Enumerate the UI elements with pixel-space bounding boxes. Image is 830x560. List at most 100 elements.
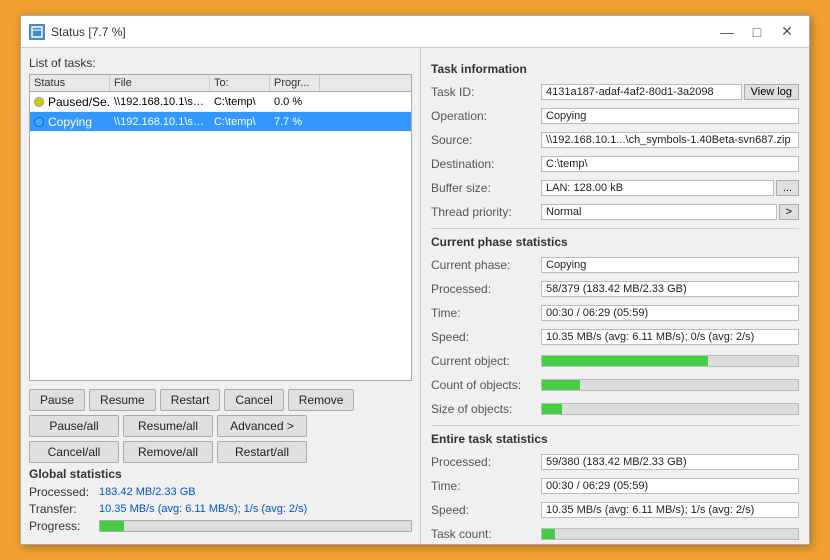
minimize-button[interactable]: —	[713, 21, 741, 43]
remove-all-button[interactable]: Remove/all	[123, 441, 213, 463]
task-status-cell: Copying	[30, 113, 110, 131]
pause-all-button[interactable]: Pause/all	[29, 415, 119, 437]
view-log-button[interactable]: View log	[744, 84, 799, 100]
task-status-text: Copying	[48, 115, 92, 129]
pause-button[interactable]: Pause	[29, 389, 85, 411]
global-progress-label: Progress:	[29, 519, 99, 533]
divider-2	[431, 425, 799, 426]
global-transfer-value: 10.35 MB/s (avg: 6.11 MB/s); 1/s (avg: 2…	[99, 503, 307, 515]
copying-dot	[34, 117, 44, 127]
right-panel: Task information Task ID: 4131a187-adaf-…	[421, 48, 809, 544]
task-status-text: Paused/Se...	[48, 95, 110, 109]
buffer-size-wrap: LAN: 128.00 kB ...	[541, 180, 799, 196]
entire-time-label: Time:	[431, 479, 541, 493]
operation-value: Copying	[541, 108, 799, 124]
resume-all-button[interactable]: Resume/all	[123, 415, 213, 437]
remove-button[interactable]: Remove	[288, 389, 355, 411]
task-count-label: Task count:	[431, 527, 541, 541]
current-object-row: Current object:	[431, 351, 799, 371]
destination-value: C:\temp\	[541, 156, 799, 172]
cancel-button[interactable]: Cancel	[224, 389, 283, 411]
resume-button[interactable]: Resume	[89, 389, 156, 411]
destination-label: Destination:	[431, 157, 541, 171]
task-to-cell: C:\temp\	[210, 114, 270, 130]
source-value: \\192.168.10.1...\ch_symbols-1.40Beta-sv…	[541, 132, 799, 148]
buffer-size-label: Buffer size:	[431, 181, 541, 195]
phase-stats-title: Current phase statistics	[431, 235, 799, 249]
current-object-bar	[542, 356, 708, 367]
entire-processed-row: Processed: 59/380 (183.42 MB/2.33 GB)	[431, 452, 799, 472]
current-object-label: Current object:	[431, 354, 541, 368]
phase-time-row: Time: 00:30 / 06:29 (05:59)	[431, 303, 799, 323]
phase-processed-label: Processed:	[431, 282, 541, 296]
task-id-wrap: 4131a187-adaf-4af2-80d1-3a2098 View log	[541, 84, 799, 100]
thread-priority-row: Thread priority: Normal >	[431, 202, 799, 222]
restart-button[interactable]: Restart	[160, 389, 221, 411]
buttons-row-2: Pause/all Resume/all Advanced >	[29, 415, 412, 437]
header-file: File	[110, 75, 210, 91]
count-objects-label: Count of objects:	[431, 378, 541, 392]
phase-speed-value: 10.35 MB/s (avg: 6.11 MB/s); 0/s (avg: 2…	[541, 329, 799, 345]
task-info-title: Task information	[431, 62, 799, 76]
current-phase-value: Copying	[541, 257, 799, 273]
close-button[interactable]: ✕	[773, 21, 801, 43]
size-objects-row: Size of objects:	[431, 399, 799, 419]
task-row[interactable]: Copying \\192.168.10.1\share... C:\temp\…	[30, 112, 411, 132]
entire-time-value: 00:30 / 06:29 (05:59)	[541, 478, 799, 494]
task-row[interactable]: Paused/Se... \\192.168.10.1\share... C:\…	[30, 92, 411, 112]
task-status-cell: Paused/Se...	[30, 93, 110, 111]
restart-all-button[interactable]: Restart/all	[217, 441, 307, 463]
task-file-cell: \\192.168.10.1\share...	[110, 94, 210, 110]
thread-priority-label: Thread priority:	[431, 205, 541, 219]
task-count-bar	[542, 529, 555, 540]
paused-dot	[34, 97, 44, 107]
global-processed-row: Processed: 183.42 MB/2.33 GB	[29, 485, 412, 499]
source-row: Source: \\192.168.10.1...\ch_symbols-1.4…	[431, 130, 799, 150]
current-phase-label: Current phase:	[431, 258, 541, 272]
count-objects-row: Count of objects:	[431, 375, 799, 395]
current-phase-row: Current phase: Copying	[431, 255, 799, 275]
size-objects-bar-container	[541, 403, 799, 415]
task-count-row: Task count:	[431, 524, 799, 544]
buttons-row-1: Pause Resume Restart Cancel Remove	[29, 389, 412, 411]
global-progress-bar	[99, 520, 412, 532]
count-objects-bar	[542, 380, 580, 391]
titlebar: Status [7.7 %] — □ ✕	[21, 16, 809, 48]
window-title: Status [7.7 %]	[51, 25, 713, 39]
cancel-all-button[interactable]: Cancel/all	[29, 441, 119, 463]
phase-time-label: Time:	[431, 306, 541, 320]
window-icon	[29, 24, 45, 40]
phase-speed-label: Speed:	[431, 330, 541, 344]
current-object-bar-container	[541, 355, 799, 367]
divider-1	[431, 228, 799, 229]
task-id-label: Task ID:	[431, 85, 541, 99]
size-objects-bar	[542, 404, 562, 415]
entire-speed-label: Speed:	[431, 503, 541, 517]
task-to-cell: C:\temp\	[210, 94, 270, 110]
destination-row: Destination: C:\temp\	[431, 154, 799, 174]
tasks-label: List of tasks:	[29, 56, 412, 70]
advanced-button[interactable]: Advanced >	[217, 415, 307, 437]
global-statistics: Global statistics Processed: 183.42 MB/2…	[29, 467, 412, 536]
task-progress-cell: 7.7 %	[270, 114, 320, 130]
entire-speed-value: 10.35 MB/s (avg: 6.11 MB/s); 1/s (avg: 2…	[541, 502, 799, 518]
entire-speed-row: Speed: 10.35 MB/s (avg: 6.11 MB/s); 1/s …	[431, 500, 799, 520]
source-label: Source:	[431, 133, 541, 147]
entire-processed-label: Processed:	[431, 455, 541, 469]
entire-stats-title: Entire task statistics	[431, 432, 799, 446]
task-table-header: Status File To: Progr...	[30, 75, 411, 92]
global-progress-row: Progress:	[29, 519, 412, 533]
global-transfer-row: Transfer: 10.35 MB/s (avg: 6.11 MB/s); 1…	[29, 502, 412, 516]
thread-priority-btn[interactable]: >	[779, 204, 799, 220]
header-to: To:	[210, 75, 270, 91]
global-progress-fill	[100, 521, 124, 531]
operation-row: Operation: Copying	[431, 106, 799, 126]
entire-processed-value: 59/380 (183.42 MB/2.33 GB)	[541, 454, 799, 470]
task-id-value: 4131a187-adaf-4af2-80d1-3a2098	[541, 84, 742, 100]
size-objects-label: Size of objects:	[431, 402, 541, 416]
header-status: Status	[30, 75, 110, 91]
maximize-button[interactable]: □	[743, 21, 771, 43]
phase-time-value: 00:30 / 06:29 (05:59)	[541, 305, 799, 321]
phase-processed-value: 58/379 (183.42 MB/2.33 GB)	[541, 281, 799, 297]
buffer-btn[interactable]: ...	[776, 180, 799, 196]
